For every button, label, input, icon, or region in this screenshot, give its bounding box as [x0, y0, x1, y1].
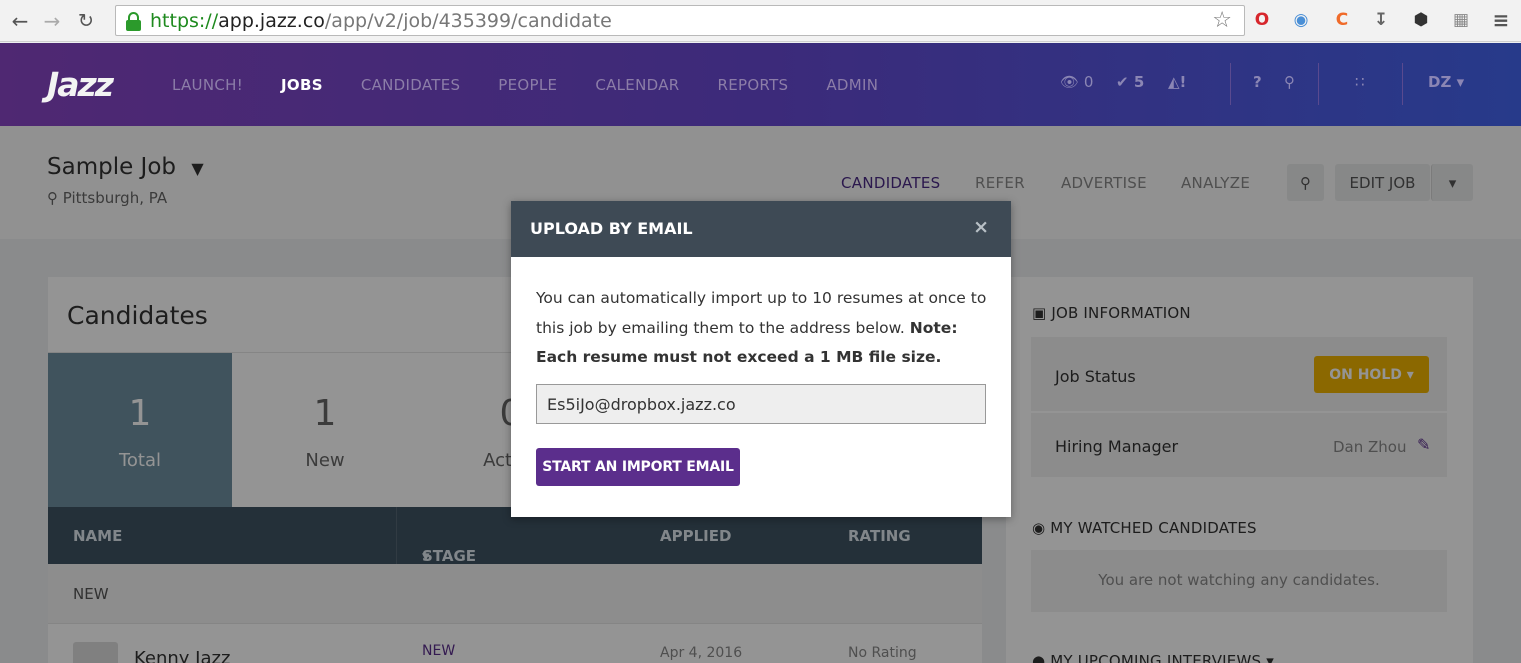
- nav-jobs[interactable]: JOBS: [281, 76, 323, 94]
- inbox-badge: !: [1179, 73, 1187, 91]
- user-initials: DZ: [1428, 73, 1452, 91]
- url-text[interactable]: https://app.jazz.co/app/v2/job/435399/ca…: [150, 10, 612, 32]
- task-count: 5: [1133, 73, 1145, 91]
- nav-launch[interactable]: LAUNCH!: [172, 76, 243, 94]
- nav-reports[interactable]: REPORTS: [717, 76, 788, 94]
- opera-extension-icon[interactable]: O: [1250, 8, 1274, 32]
- search-icon[interactable]: ⚲: [1284, 73, 1295, 91]
- check-icon: ✔: [1116, 73, 1129, 91]
- window-extension-icon[interactable]: ▦: [1449, 8, 1473, 32]
- start-import-email-button[interactable]: START AN IMPORT EMAIL: [536, 448, 740, 486]
- caret-down-icon: ▾: [1456, 73, 1465, 91]
- menu-icon[interactable]: ≡: [1489, 8, 1513, 32]
- user-menu[interactable]: DZ ▾: [1428, 73, 1464, 91]
- import-email-field[interactable]: [536, 384, 986, 424]
- c-extension-icon[interactable]: C: [1330, 8, 1354, 32]
- lock-icon: [124, 10, 144, 32]
- upload-by-email-modal: UPLOAD BY EMAIL × You can automatically …: [511, 201, 1011, 517]
- modal-description: You can automatically import up to 10 re…: [536, 284, 988, 373]
- help-icon[interactable]: ?: [1253, 73, 1262, 91]
- task-counter[interactable]: ✔ 5: [1116, 73, 1144, 91]
- browser-toolbar: ← → ↻ https://app.jazz.co/app/v2/job/435…: [0, 0, 1521, 42]
- download-extension-icon[interactable]: ↧: [1369, 8, 1393, 32]
- app-header: Jazz LAUNCH! JOBS CANDIDATES PEOPLE CALE…: [0, 43, 1521, 126]
- main-nav: LAUNCH! JOBS CANDIDATES PEOPLE CALENDAR …: [172, 76, 916, 94]
- eye-icon: 👁: [1060, 73, 1080, 91]
- modal-title: UPLOAD BY EMAIL: [530, 219, 693, 238]
- back-arrow-icon[interactable]: ←: [8, 9, 32, 33]
- hexagon-extension-icon[interactable]: ⬢: [1409, 8, 1433, 32]
- nav-people[interactable]: PEOPLE: [498, 76, 557, 94]
- apps-grid-icon[interactable]: ∷: [1355, 73, 1365, 91]
- jazz-logo[interactable]: Jazz: [47, 65, 114, 104]
- nav-candidates[interactable]: CANDIDATES: [361, 76, 460, 94]
- address-bar[interactable]: https://app.jazz.co/app/v2/job/435399/ca…: [115, 5, 1245, 36]
- inbox-counter[interactable]: ◭!: [1168, 73, 1186, 91]
- close-icon[interactable]: ×: [973, 216, 989, 238]
- watch-counter[interactable]: 👁 0: [1060, 73, 1093, 91]
- nav-admin[interactable]: ADMIN: [826, 76, 878, 94]
- nav-calendar[interactable]: CALENDAR: [595, 76, 679, 94]
- modal-header: UPLOAD BY EMAIL ×: [511, 201, 1011, 257]
- watch-count: 0: [1083, 73, 1094, 91]
- bookmark-star-icon[interactable]: ☆: [1212, 8, 1232, 33]
- reload-icon[interactable]: ↻: [74, 9, 98, 33]
- forward-arrow-icon[interactable]: →: [40, 9, 64, 33]
- camera-extension-icon[interactable]: ◉: [1289, 8, 1313, 32]
- inbox-icon: ◭: [1168, 73, 1180, 91]
